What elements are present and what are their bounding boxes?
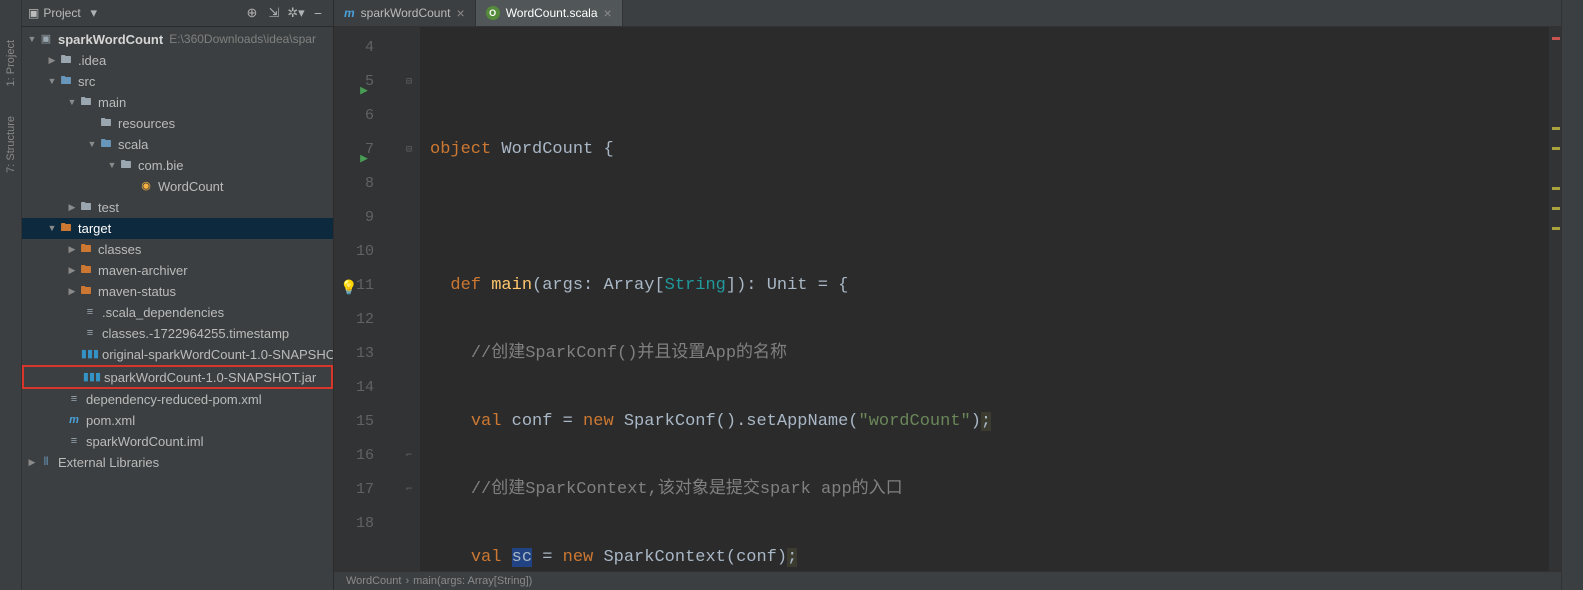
tree-pom[interactable]: mpom.xml (22, 410, 333, 431)
tree-src[interactable]: ▼🖿src (22, 71, 333, 92)
ln: 10 (334, 235, 374, 269)
tree-idea[interactable]: ▶🖿.idea (22, 50, 333, 71)
ln: 4 (334, 31, 374, 65)
tree-target[interactable]: ▼🖿target (22, 218, 333, 239)
fold-end-icon[interactable]: ⌐ (406, 473, 412, 507)
ln: 6 (334, 99, 374, 133)
tree-test[interactable]: ▶🖿test (22, 197, 333, 218)
fold-end-icon[interactable]: ⌐ (406, 439, 412, 473)
tree-main[interactable]: ▼🖿main (22, 92, 333, 113)
close-icon[interactable]: × (604, 5, 612, 21)
hide-icon[interactable]: ⎯ (309, 4, 327, 22)
scala-object-icon: O (486, 6, 500, 20)
tree-package[interactable]: ▼🖿com.bie (22, 155, 333, 176)
tree-maven-status[interactable]: ▶🖿maven-status (22, 281, 333, 302)
fold-icon[interactable]: ⊟ (406, 65, 412, 99)
tab-label: WordCount.scala (506, 6, 598, 20)
maven-icon: m (344, 6, 355, 20)
tree-iml[interactable]: ≡sparkWordCount.iml (22, 431, 333, 452)
breadcrumb-bar: WordCount › main(args: Array[String]) (334, 571, 1561, 590)
tree-dep-reduced[interactable]: ≡dependency-reduced-pom.xml (22, 389, 333, 410)
tab-label: sparkWordCount (361, 6, 451, 20)
ln: 9 (334, 201, 374, 235)
rail-project[interactable]: 1: Project (5, 40, 17, 86)
tree-wordcount[interactable]: ◉WordCount (22, 176, 333, 197)
ln: 15 (334, 405, 374, 439)
tree-ext-lib[interactable]: ▶⫴External Libraries (22, 452, 333, 473)
tree-maven-archiver[interactable]: ▶🖿maven-archiver (22, 260, 333, 281)
line-gutter[interactable]: 4 5▶ 6 7▶ 8 9 10 11 12 13 14 15 16 17 18… (334, 27, 404, 571)
tree-scala[interactable]: ▼🖿scala (22, 134, 333, 155)
editor-body: 4 5▶ 6 7▶ 8 9 10 11 12 13 14 15 16 17 18… (334, 27, 1561, 571)
ln: 8 (334, 167, 374, 201)
close-icon[interactable]: × (457, 5, 465, 21)
locate-icon[interactable]: ⊕ (243, 4, 261, 22)
project-icon: ▣ (28, 6, 39, 20)
ln: 16 (334, 439, 374, 473)
tree-scala-deps[interactable]: ≡.scala_dependencies (22, 302, 333, 323)
project-tree[interactable]: ▼▣ sparkWordCount E:\360Downloads\idea\s… (22, 27, 333, 475)
editor-area: m sparkWordCount × O WordCount.scala × 4… (334, 0, 1561, 590)
ln: 12 (334, 303, 374, 337)
tree-resources[interactable]: 🖿resources (22, 113, 333, 134)
chevron-right-icon: › (405, 575, 409, 587)
fold-column[interactable]: ⊟ ⊟ ⌐ ⌐ (404, 27, 420, 571)
ln: 13 (334, 337, 374, 371)
tab-spark[interactable]: m sparkWordCount × (334, 0, 476, 26)
error-stripe[interactable] (1549, 27, 1561, 571)
code-editor[interactable]: object WordCount { def main(args: Array[… (420, 27, 1549, 571)
ln: 18 (334, 507, 374, 541)
fold-icon[interactable]: ⊟ (406, 133, 412, 167)
crumb-class[interactable]: WordCount (346, 575, 401, 587)
dropdown-icon[interactable]: ▾ (85, 4, 103, 22)
run-icon[interactable]: ▶ (360, 142, 368, 176)
collapse-icon[interactable]: ⇲ (265, 4, 283, 22)
run-icon[interactable]: ▶ (360, 74, 368, 108)
right-tool-rail (1561, 0, 1583, 590)
tree-root[interactable]: ▼▣ sparkWordCount E:\360Downloads\idea\s… (22, 29, 333, 50)
project-title: Project (43, 6, 80, 20)
tree-orig-jar[interactable]: ▮▮▮original-sparkWordCount-1.0-SNAPSHO (22, 344, 333, 365)
crumb-method[interactable]: main(args: Array[String]) (413, 575, 532, 587)
root-path: E:\360Downloads\idea\spar (169, 29, 316, 50)
tree-classes[interactable]: ▶🖿classes (22, 239, 333, 260)
tree-classes-ts[interactable]: ≡classes.-1722964255.timestamp (22, 323, 333, 344)
project-panel-header: ▣ Project ▾ ⊕ ⇲ ✲▾ ⎯ (22, 0, 333, 27)
intention-bulb-icon[interactable]: 💡 (340, 272, 357, 306)
tree-snapshot-jar[interactable]: ▮▮▮sparkWordCount-1.0-SNAPSHOT.jar (22, 365, 333, 389)
ln: 17 (334, 473, 374, 507)
left-tool-rail: 1: Project 7: Structure (0, 0, 22, 590)
tab-wordcount[interactable]: O WordCount.scala × (476, 0, 623, 26)
rail-structure[interactable]: 7: Structure (5, 116, 17, 173)
project-tool-window: ▣ Project ▾ ⊕ ⇲ ✲▾ ⎯ ▼▣ sparkWordCount E… (22, 0, 334, 590)
gear-icon[interactable]: ✲▾ (287, 4, 305, 22)
editor-tabs: m sparkWordCount × O WordCount.scala × (334, 0, 1561, 27)
root-name: sparkWordCount (58, 29, 163, 50)
ln: 14 (334, 371, 374, 405)
